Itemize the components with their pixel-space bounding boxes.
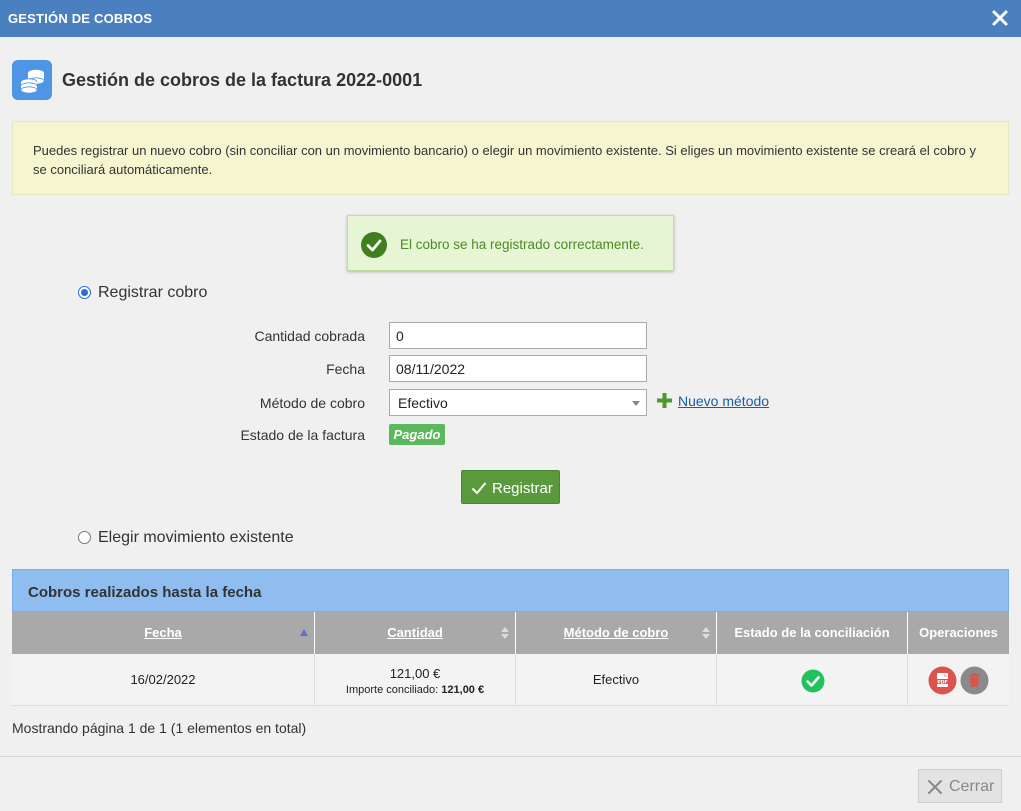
page-title: Gestión de cobros de la factura 2022-000… bbox=[62, 70, 423, 90]
method-label: Método de cobro bbox=[259, 395, 365, 411]
table-header-row: Fecha Cantidad Método de cobro Estado de… bbox=[12, 612, 1009, 654]
column-header-reconciliation: Estado de la conciliación bbox=[717, 612, 908, 654]
pagination-info: Mostrando página 1 de 1 (1 elementos en … bbox=[12, 720, 307, 736]
check-icon bbox=[471, 482, 487, 495]
column-header-method[interactable]: Método de cobro bbox=[516, 612, 717, 654]
register-radio[interactable] bbox=[78, 286, 91, 299]
amount-label: Cantidad cobrada bbox=[254, 328, 365, 344]
check-circle-icon bbox=[801, 669, 825, 693]
cell-operations: PDF bbox=[908, 654, 1009, 706]
close-icon bbox=[928, 780, 942, 794]
register-button[interactable]: Registrar bbox=[461, 470, 560, 504]
amount-value: 121,00 € bbox=[389, 666, 441, 681]
check-circle-icon bbox=[361, 232, 387, 258]
cell-method: Efectivo bbox=[516, 654, 717, 706]
plus-icon[interactable] bbox=[657, 393, 672, 408]
payments-panel-header: Cobros realizados hasta la fecha bbox=[12, 569, 1009, 612]
close-button[interactable]: Cerrar bbox=[918, 769, 1002, 803]
success-text: El cobro se ha registrado correctamente. bbox=[400, 237, 644, 252]
existing-movement-radio[interactable] bbox=[78, 531, 91, 544]
success-message: El cobro se ha registrado correctamente. bbox=[347, 215, 674, 271]
method-select-value: Efectivo bbox=[398, 395, 448, 411]
sort-icon bbox=[501, 627, 509, 639]
cell-amount: 121,00 € Importe conciliado: 121,00 € bbox=[315, 654, 516, 706]
sort-ascending-icon bbox=[300, 629, 308, 636]
svg-text:PDF: PDF bbox=[937, 679, 947, 685]
method-select[interactable]: Efectivo bbox=[389, 389, 647, 416]
register-radio-label[interactable]: Registrar cobro bbox=[98, 284, 207, 302]
date-input[interactable] bbox=[389, 355, 647, 382]
dialog-titlebar: GESTIÓN DE COBROS bbox=[0, 0, 1021, 37]
coins-icon bbox=[12, 60, 52, 100]
payments-panel-title: Cobros realizados hasta la fecha bbox=[28, 584, 262, 601]
column-header-amount[interactable]: Cantidad bbox=[315, 612, 516, 654]
footer-divider bbox=[0, 756, 1021, 757]
sort-icon bbox=[702, 627, 710, 639]
cell-reconciliation bbox=[717, 654, 908, 706]
dialog-title: GESTIÓN DE COBROS bbox=[8, 11, 153, 26]
amount-input[interactable] bbox=[389, 322, 647, 349]
status-badge: Pagado bbox=[389, 424, 445, 445]
new-method-link[interactable]: Nuevo método bbox=[678, 393, 769, 409]
date-label: Fecha bbox=[326, 361, 365, 377]
trash-icon[interactable] bbox=[960, 666, 989, 695]
chevron-down-icon bbox=[632, 401, 640, 406]
existing-movement-radio-label[interactable]: Elegir movimiento existente bbox=[98, 529, 294, 547]
reconciled-amount: Importe conciliado: 121,00 € bbox=[345, 684, 485, 696]
register-button-label: Registrar bbox=[492, 480, 553, 497]
column-header-operations: Operaciones bbox=[919, 625, 998, 640]
cell-date: 16/02/2022 bbox=[12, 654, 315, 706]
invoice-status-label: Estado de la factura bbox=[240, 427, 365, 443]
close-button-label: Cerrar bbox=[949, 778, 995, 795]
pdf-icon[interactable]: PDF bbox=[928, 666, 957, 695]
table-row: 16/02/2022 121,00 € Importe conciliado: … bbox=[12, 654, 1009, 706]
column-header-date[interactable]: Fecha bbox=[12, 612, 315, 654]
info-message: Puedes registrar un nuevo cobro (sin con… bbox=[12, 121, 1009, 195]
close-icon[interactable] bbox=[987, 5, 1013, 31]
